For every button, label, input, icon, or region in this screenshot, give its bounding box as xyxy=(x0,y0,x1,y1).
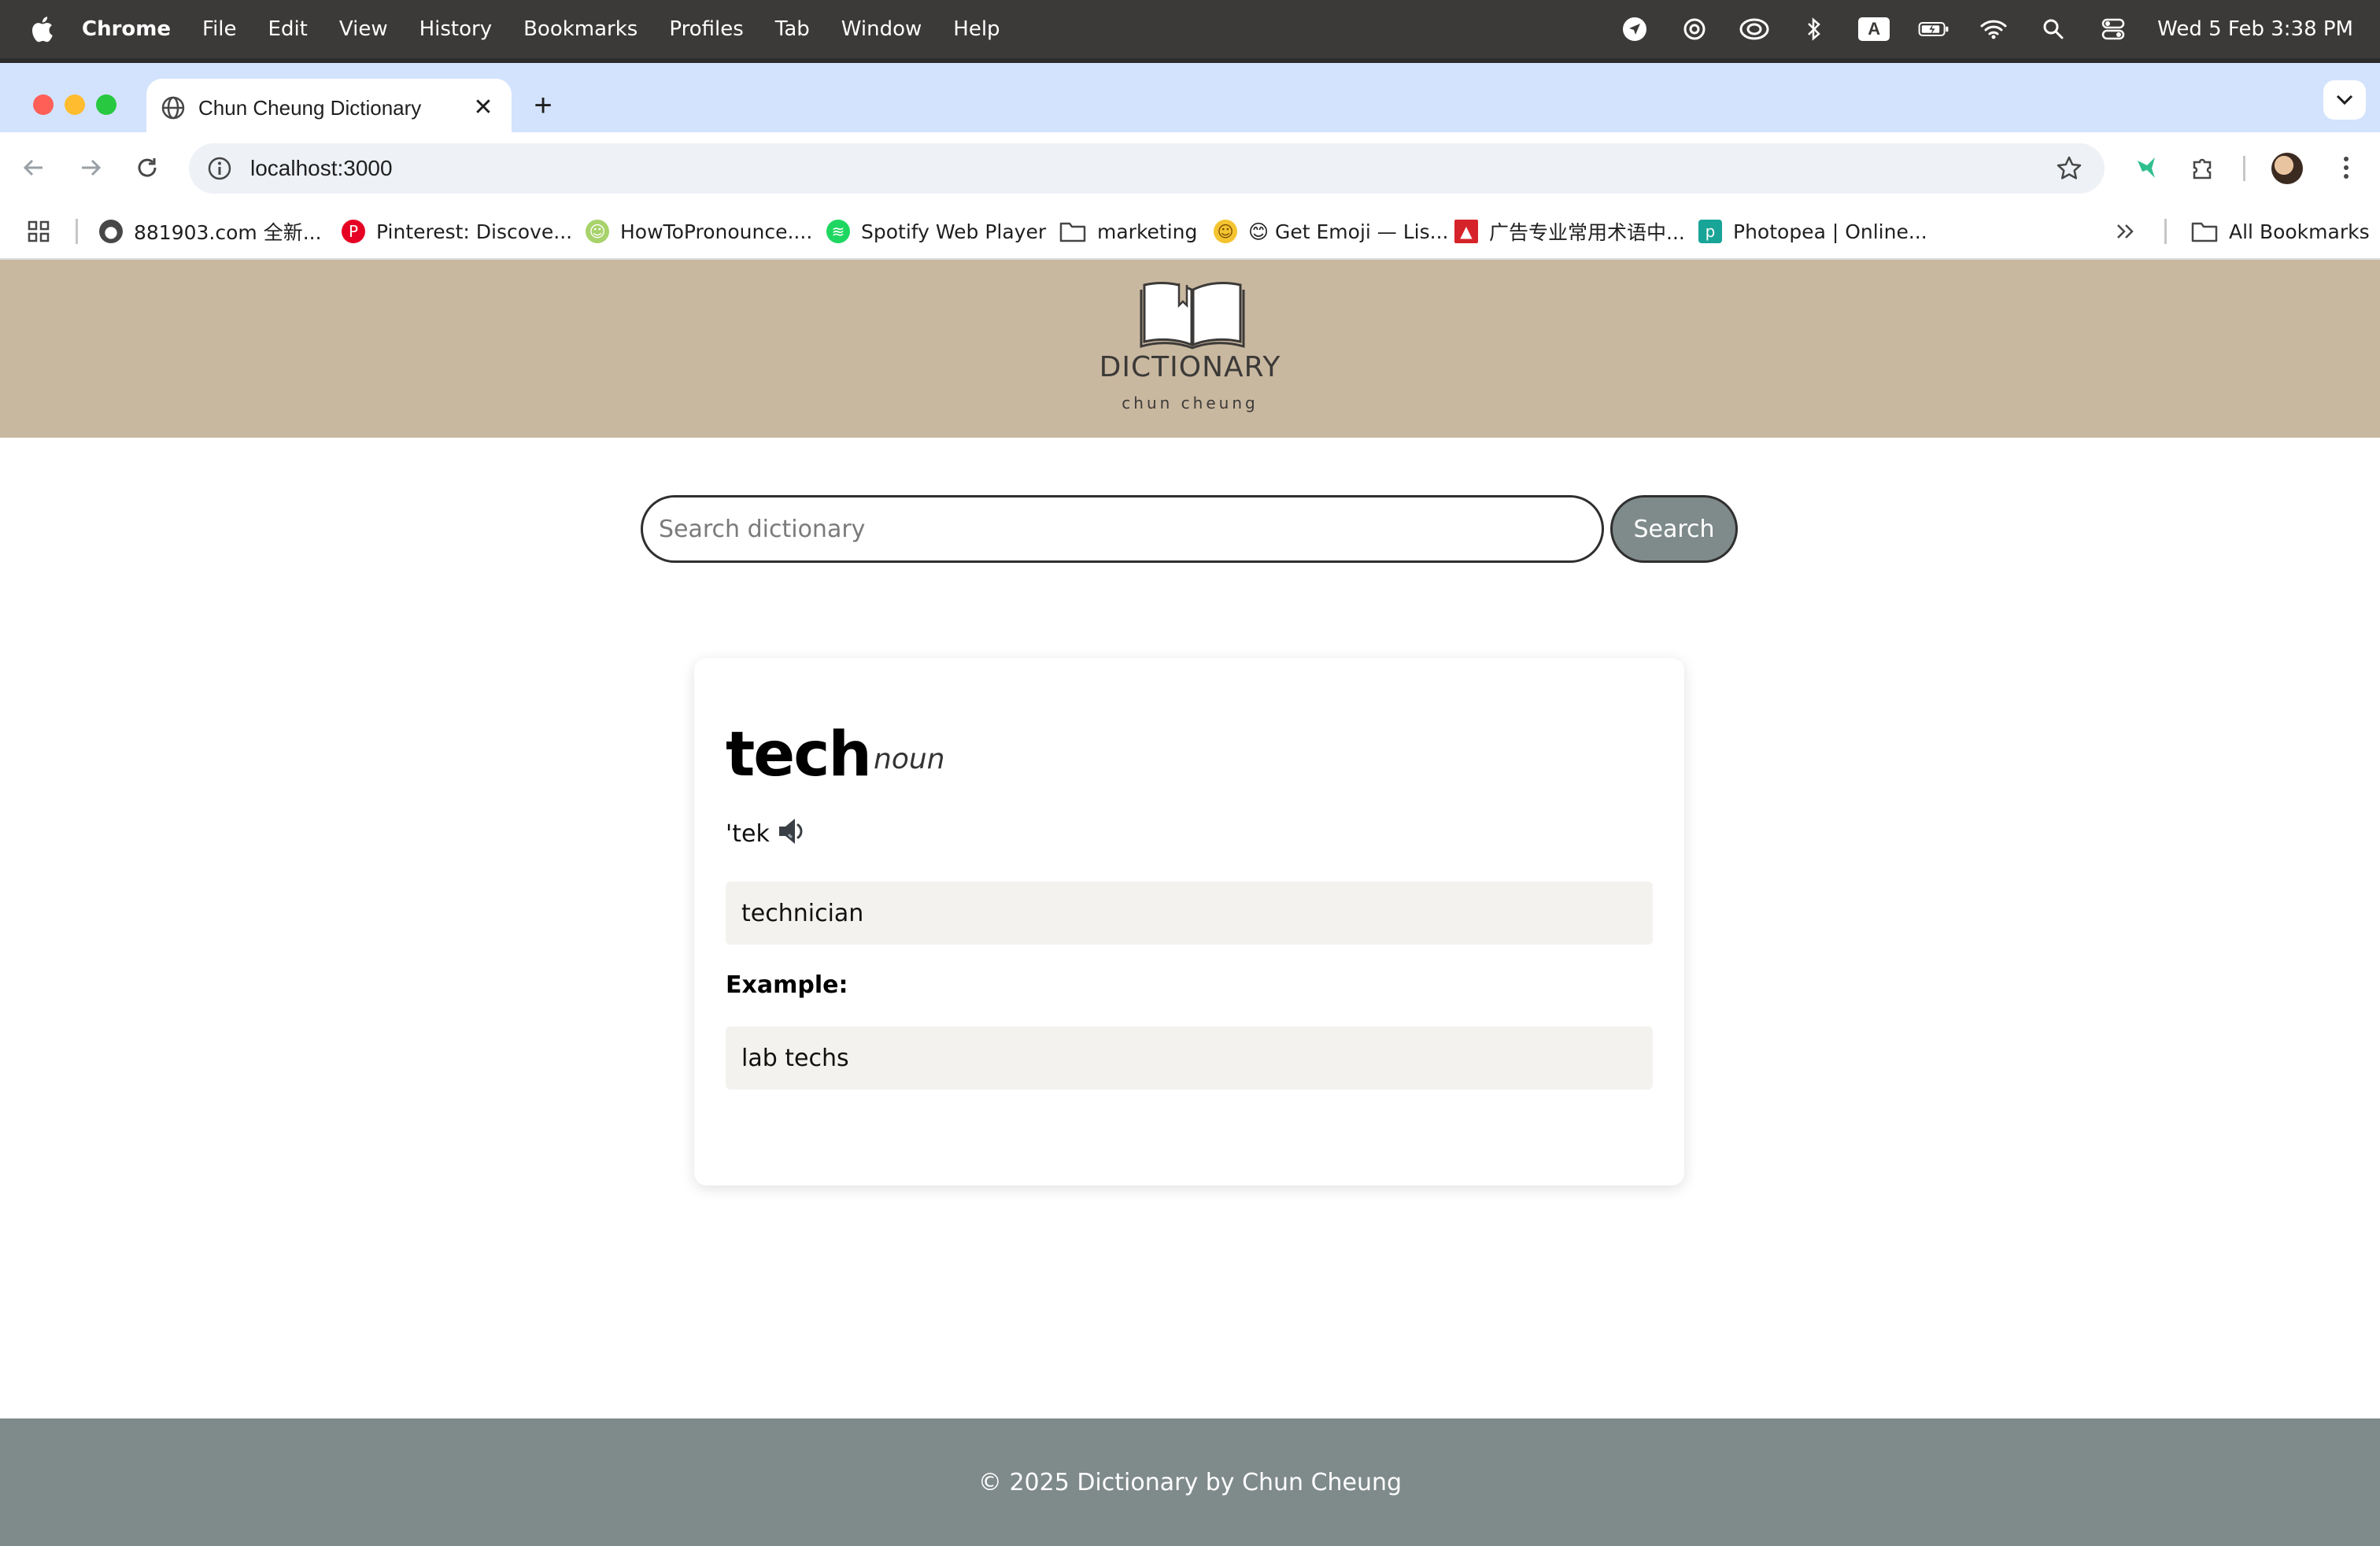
bookmark-howtopronounce[interactable]: ☺ HowToPronounce.... xyxy=(586,214,812,249)
bookmark-881903[interactable]: ● 881903.com 全新... xyxy=(99,214,322,249)
site-title: DICTIONARY xyxy=(1099,351,1281,383)
site-subtitle: chun cheung xyxy=(1122,394,1258,412)
all-bookmarks-folder[interactable]: All Bookmarks xyxy=(2191,214,2370,249)
address-bar[interactable]: localhost:3000 xyxy=(189,143,2105,194)
word-result-card: tech noun 'tek technician Example: lab t… xyxy=(694,658,1684,1185)
bookmark-advertising-terms[interactable]: ▲ 广告专业常用术语中... xyxy=(1454,214,1685,249)
part-of-speech: noun xyxy=(874,743,945,775)
battery-icon[interactable] xyxy=(1918,16,1949,43)
emoji-icon: ☺ xyxy=(1214,220,1237,243)
site-icon: ▲ xyxy=(1454,220,1478,243)
bookmark-label: Pinterest: Discove... xyxy=(376,220,573,243)
spotify-icon: ≋ xyxy=(826,220,850,243)
tab-chun-cheung-dictionary[interactable]: Chun Cheung Dictionary ✕ xyxy=(146,79,512,137)
bookmarks-divider xyxy=(2164,219,2167,244)
control-center-icon[interactable] xyxy=(2097,16,2129,43)
site-header: DICTIONARY chun cheung xyxy=(0,260,2380,438)
menu-bar-clock[interactable]: Wed 5 Feb 3:38 PM xyxy=(2157,17,2353,41)
globe-icon xyxy=(161,96,185,120)
definition-box: technician xyxy=(726,882,1653,945)
bookmark-label: HowToPronounce.... xyxy=(620,220,813,243)
window-close-button[interactable] xyxy=(33,94,54,115)
bookmark-folder-marketing[interactable]: marketing xyxy=(1059,214,1197,249)
bookmark-label: 广告专业常用术语中... xyxy=(1489,221,1685,244)
menu-bar-status-area: A Wed 5 Feb 3:38 PM xyxy=(1619,0,2353,58)
menu-help[interactable]: Help xyxy=(953,17,1000,41)
new-tab-plus-icon[interactable]: + xyxy=(527,88,559,123)
bookmark-star-icon[interactable] xyxy=(2056,155,2082,182)
browser-toolbar: localhost:3000 xyxy=(0,132,2380,203)
toolbar-divider xyxy=(2243,156,2245,181)
site-footer: © 2025 Dictionary by Chun Cheung xyxy=(0,1418,2380,1546)
browser-tab-strip: Chun Cheung Dictionary ✕ + xyxy=(0,58,2380,137)
apple-logo-icon[interactable] xyxy=(30,15,54,43)
open-book-logo-icon xyxy=(1140,282,1245,350)
phonetic-transcription: 'tek xyxy=(726,820,770,848)
bookmark-get-emoji[interactable]: ☺ 😊 Get Emoji — Lis... xyxy=(1214,214,1448,249)
tab-title: Chun Cheung Dictionary xyxy=(198,95,422,120)
menu-view[interactable]: View xyxy=(339,17,388,41)
spotlight-search-icon[interactable] xyxy=(2038,16,2069,43)
example-box: lab techs xyxy=(726,1026,1653,1089)
folder-icon xyxy=(2191,222,2218,242)
bookmark-label: 😊 Get Emoji — Lis... xyxy=(1248,220,1449,243)
bookmark-pinterest[interactable]: P Pinterest: Discove... xyxy=(342,214,572,249)
input-source-indicator: A xyxy=(1858,17,1890,41)
location-arrow-icon[interactable] xyxy=(1619,16,1650,43)
all-bookmarks-label: All Bookmarks xyxy=(2229,220,2370,243)
menu-profiles[interactable]: Profiles xyxy=(669,17,743,41)
reload-icon[interactable] xyxy=(129,150,165,186)
hummingbird-extension-icon[interactable] xyxy=(2128,150,2164,186)
bookmark-label: 881903.com 全新... xyxy=(134,221,322,244)
menu-history[interactable]: History xyxy=(419,17,493,41)
menu-file[interactable]: File xyxy=(202,17,237,41)
extensions-puzzle-icon[interactable] xyxy=(2185,150,2221,186)
site-info-icon[interactable] xyxy=(206,155,233,182)
bookmark-spotify[interactable]: ≋ Spotify Web Player xyxy=(826,214,1046,249)
bookmark-label: Spotify Web Player xyxy=(861,220,1047,243)
back-arrow-icon[interactable] xyxy=(16,150,52,186)
bookmarks-bar: ● 881903.com 全新... P Pinterest: Discove.… xyxy=(0,203,2380,260)
forward-arrow-icon[interactable] xyxy=(72,150,109,186)
example-label: Example: xyxy=(726,971,848,999)
apps-grid-icon[interactable] xyxy=(27,214,50,249)
bookmark-label: marketing xyxy=(1097,220,1198,243)
window-zoom-button[interactable] xyxy=(96,94,116,115)
menu-tab[interactable]: Tab xyxy=(775,17,810,41)
creative-cloud-icon[interactable] xyxy=(1739,16,1770,43)
bookmarks-divider xyxy=(76,219,78,244)
openai-icon[interactable] xyxy=(1679,16,1710,43)
footer-copyright: © 2025 Dictionary by Chun Cheung xyxy=(978,1468,1402,1496)
keyboard-input-icon[interactable]: A xyxy=(1858,16,1890,43)
menu-app-chrome[interactable]: Chrome xyxy=(82,17,171,41)
globe-icon: ● xyxy=(99,220,123,243)
speaker-audio-icon[interactable] xyxy=(776,816,811,847)
more-bookmarks-chevron-icon[interactable] xyxy=(2116,214,2136,249)
chrome-menu-dots-icon[interactable] xyxy=(2328,150,2364,186)
wifi-icon[interactable] xyxy=(1978,16,2009,43)
menu-bookmarks[interactable]: Bookmarks xyxy=(523,17,638,41)
menu-edit[interactable]: Edit xyxy=(268,17,308,41)
address-bar-url[interactable]: localhost:3000 xyxy=(250,156,393,181)
folder-icon xyxy=(1059,222,1086,242)
menu-window[interactable]: Window xyxy=(841,17,922,41)
macos-menu-bar: Chrome File Edit View History Bookmarks … xyxy=(0,0,2380,58)
bookmark-photopea[interactable]: p Photopea | Online... xyxy=(1698,214,1927,249)
bluetooth-icon[interactable] xyxy=(1798,16,1830,43)
photopea-icon: p xyxy=(1698,220,1722,243)
profile-avatar[interactable] xyxy=(2271,153,2303,184)
search-button[interactable]: Search xyxy=(1610,495,1738,563)
search-input[interactable] xyxy=(641,495,1604,563)
tab-close-icon[interactable]: ✕ xyxy=(471,94,496,120)
pinterest-icon: P xyxy=(342,220,365,243)
headword: tech xyxy=(726,719,872,790)
tab-search-chevron-icon[interactable] xyxy=(2323,80,2366,120)
window-minimize-button[interactable] xyxy=(65,94,85,115)
bookmark-label: Photopea | Online... xyxy=(1733,220,1927,243)
howtopronounce-icon: ☺ xyxy=(586,220,609,243)
